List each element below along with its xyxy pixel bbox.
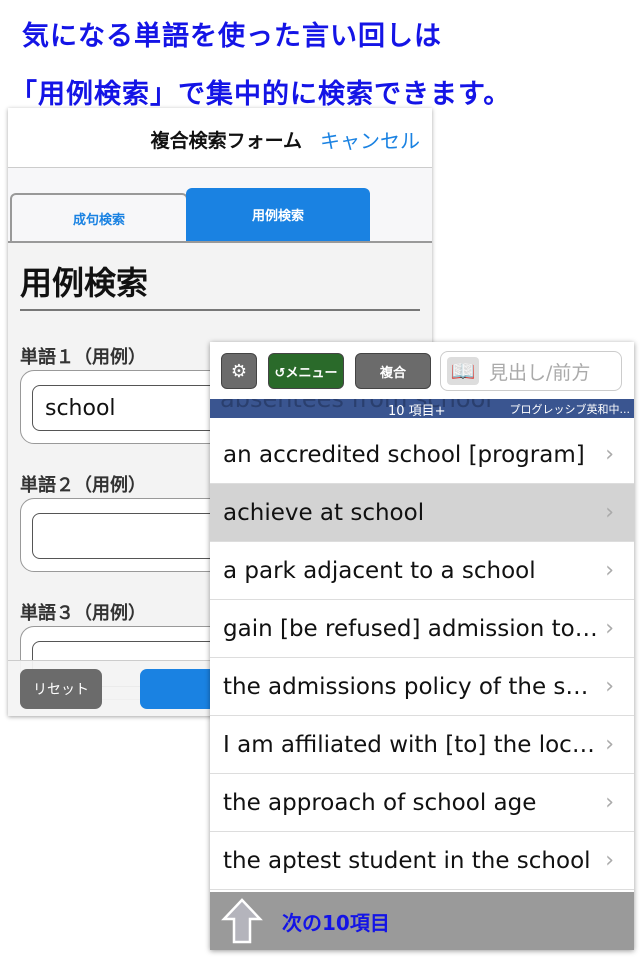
word3-label: 単語３（用例） (20, 603, 146, 624)
chevron-right-icon: › (605, 790, 614, 815)
page-title: 用例検索 (20, 264, 149, 302)
list-item[interactable]: gain [be refused] admission to a school › (210, 600, 634, 658)
results-toolbar: ⚙ ↺メニュー 複合 📖 見出し/前方 (210, 342, 634, 399)
list-item[interactable]: the aptest student in the school › (210, 832, 634, 890)
tab-example-search[interactable]: 用例検索 (186, 188, 370, 241)
chevron-right-icon: › (605, 558, 614, 583)
search-placeholder: 見出し/前方 (489, 361, 591, 384)
chevron-right-icon: › (605, 442, 614, 467)
up-arrow-icon (221, 898, 263, 944)
list-item-text: the aptest student in the school (223, 847, 591, 874)
next-page-label: 次の10項目 (282, 910, 390, 935)
chevron-right-icon: › (605, 674, 614, 699)
headline-line-2: 「用例検索」で集中的に検索できます。 (10, 79, 512, 110)
list-item-text: achieve at school (223, 499, 425, 526)
list-item[interactable]: the approach of school age › (210, 774, 634, 832)
dictionary-source: プログレッシブ英和中... (509, 403, 631, 416)
list-item[interactable]: the admissions policy of the school › (210, 658, 634, 716)
menu-button[interactable]: ↺メニュー (268, 353, 344, 389)
list-item[interactable]: a park adjacent to a school › (210, 542, 634, 600)
divider (20, 309, 420, 311)
list-item[interactable]: I am affiliated with [to] the local scho… (210, 716, 634, 774)
scrolled-behind-text: absentees from school (220, 399, 492, 413)
chevron-right-icon: › (605, 500, 614, 525)
list-item-text: I am affiliated with [to] the local scho… (223, 731, 598, 758)
list-item[interactable]: an accredited school [program] › (210, 426, 634, 484)
tab-bar: 成句検索 用例検索 (8, 168, 432, 243)
reset-button[interactable]: リセット (20, 669, 102, 709)
cancel-button[interactable]: キャンセル (320, 125, 420, 154)
result-count: 10 項目+ (388, 404, 446, 418)
nav-title: 複合検索フォーム (150, 130, 302, 152)
chevron-right-icon: › (605, 616, 614, 641)
list-item-text: the admissions policy of the school (223, 673, 598, 700)
headline-line-1: 気になる単語を使った言い回しは (22, 21, 442, 52)
word2-label: 単語２（用例） (20, 475, 146, 496)
compound-button[interactable]: 複合 (355, 353, 431, 389)
book-icon[interactable]: 📖 (447, 357, 479, 385)
results-header: absentees from school 10 項目+ プログレッシブ英和中.… (210, 399, 634, 418)
list-item-text: a park adjacent to a school (223, 557, 536, 584)
word1-label: 単語１（用例） (20, 347, 146, 368)
list-item[interactable]: achieve at school › (210, 484, 634, 542)
gear-icon[interactable]: ⚙ (221, 353, 257, 389)
chevron-right-icon: › (605, 732, 614, 757)
chevron-right-icon: › (605, 848, 614, 873)
results-list: an accredited school [program] › achieve a… (210, 426, 634, 890)
results-panel: ⚙ ↺メニュー 複合 📖 見出し/前方 absentees from schoo… (210, 342, 634, 950)
tab-idiom-search[interactable]: 成句検索 (10, 193, 188, 241)
search-input[interactable]: 📖 見出し/前方 (440, 351, 622, 391)
list-item-text: an accredited school [program] (223, 441, 585, 468)
list-item-text: gain [be refused] admission to a school (223, 615, 598, 642)
nav-bar: 複合検索フォーム キャンセル (8, 108, 432, 168)
next-page-button[interactable]: 次の10項目 (210, 892, 634, 950)
list-item-text: the approach of school age (223, 789, 537, 816)
